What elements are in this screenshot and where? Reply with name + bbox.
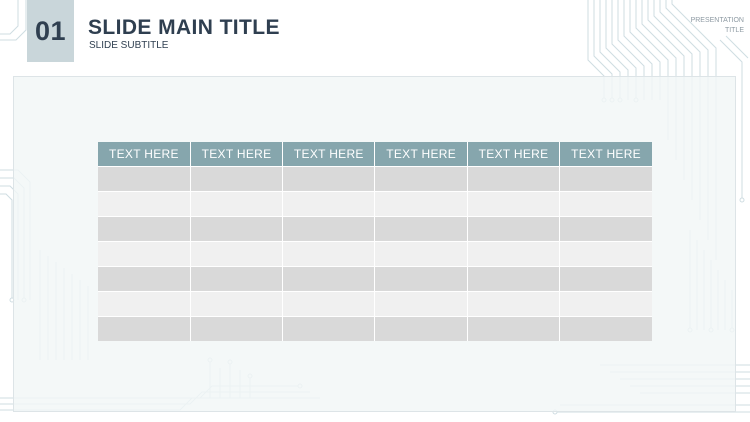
- table-cell: [559, 266, 652, 292]
- slide-title: SLIDE MAIN TITLE: [88, 16, 280, 39]
- table-row: [98, 266, 652, 292]
- table-cell: [282, 316, 376, 341]
- table-cell: [374, 266, 468, 292]
- table-row: [98, 191, 652, 217]
- table-cell: [190, 266, 284, 292]
- table-cell: [190, 166, 284, 192]
- table-cell: [98, 241, 191, 267]
- column-header: TEXT HERE: [559, 142, 652, 167]
- table-cell: [559, 241, 652, 267]
- table-cell: [374, 166, 468, 192]
- table-cell: [190, 191, 284, 217]
- column-header: TEXT HERE: [282, 142, 376, 167]
- table-cell: [374, 241, 468, 267]
- table-cell: [282, 216, 376, 242]
- table-row: [98, 216, 652, 242]
- table-row: [98, 291, 652, 317]
- table-cell: [559, 216, 652, 242]
- table-cell: [282, 241, 376, 267]
- slide-number: 01: [34, 15, 67, 46]
- presentation-title-line2: TITLE: [724, 27, 744, 34]
- table-cell: [374, 216, 468, 242]
- table-row: [98, 316, 652, 341]
- table-cell: [190, 291, 284, 317]
- column-header: TEXT HERE: [467, 142, 561, 167]
- table-cell: [98, 166, 191, 192]
- table-cell: [190, 241, 284, 267]
- table-cell: [467, 191, 561, 217]
- column-header: TEXT HERE: [374, 142, 468, 167]
- table-cell: [467, 291, 561, 317]
- data-table: TEXT HERE TEXT HERE TEXT HERE TEXT HERE …: [98, 142, 652, 341]
- table-cell: [98, 191, 191, 217]
- table-cell: [467, 266, 561, 292]
- table-cell: [467, 316, 561, 341]
- table-cell: [282, 191, 376, 217]
- presentation-title: PRESENTATION TITLE: [664, 16, 744, 36]
- table-cell: [98, 316, 191, 341]
- table-cell: [282, 166, 376, 192]
- table-cell: [98, 291, 191, 317]
- table-cell: [559, 166, 652, 192]
- table-cell: [467, 241, 561, 267]
- table-cell: [559, 191, 652, 217]
- table-cell: [374, 291, 468, 317]
- table-cell: [374, 191, 468, 217]
- table-header-row: TEXT HERE TEXT HERE TEXT HERE TEXT HERE …: [98, 142, 652, 167]
- table-cell: [559, 291, 652, 317]
- table-row: [98, 241, 652, 267]
- table-cell: [374, 316, 468, 341]
- presentation-title-line1: PRESENTATION: [690, 17, 744, 24]
- table-cell: [282, 291, 376, 317]
- table-cell: [282, 266, 376, 292]
- table-cell: [98, 266, 191, 292]
- table-cell: [467, 166, 561, 192]
- table-cell: [190, 316, 284, 341]
- table-cell: [190, 216, 284, 242]
- table-cell: [559, 316, 652, 341]
- slide-subtitle: SLIDE SUBTITLE: [89, 40, 169, 51]
- table-cell: [98, 216, 191, 242]
- column-header: TEXT HERE: [98, 142, 191, 167]
- column-header: TEXT HERE: [190, 142, 284, 167]
- table-row: [98, 166, 652, 192]
- table-cell: [467, 216, 561, 242]
- slide-number-box: 01: [27, 0, 74, 62]
